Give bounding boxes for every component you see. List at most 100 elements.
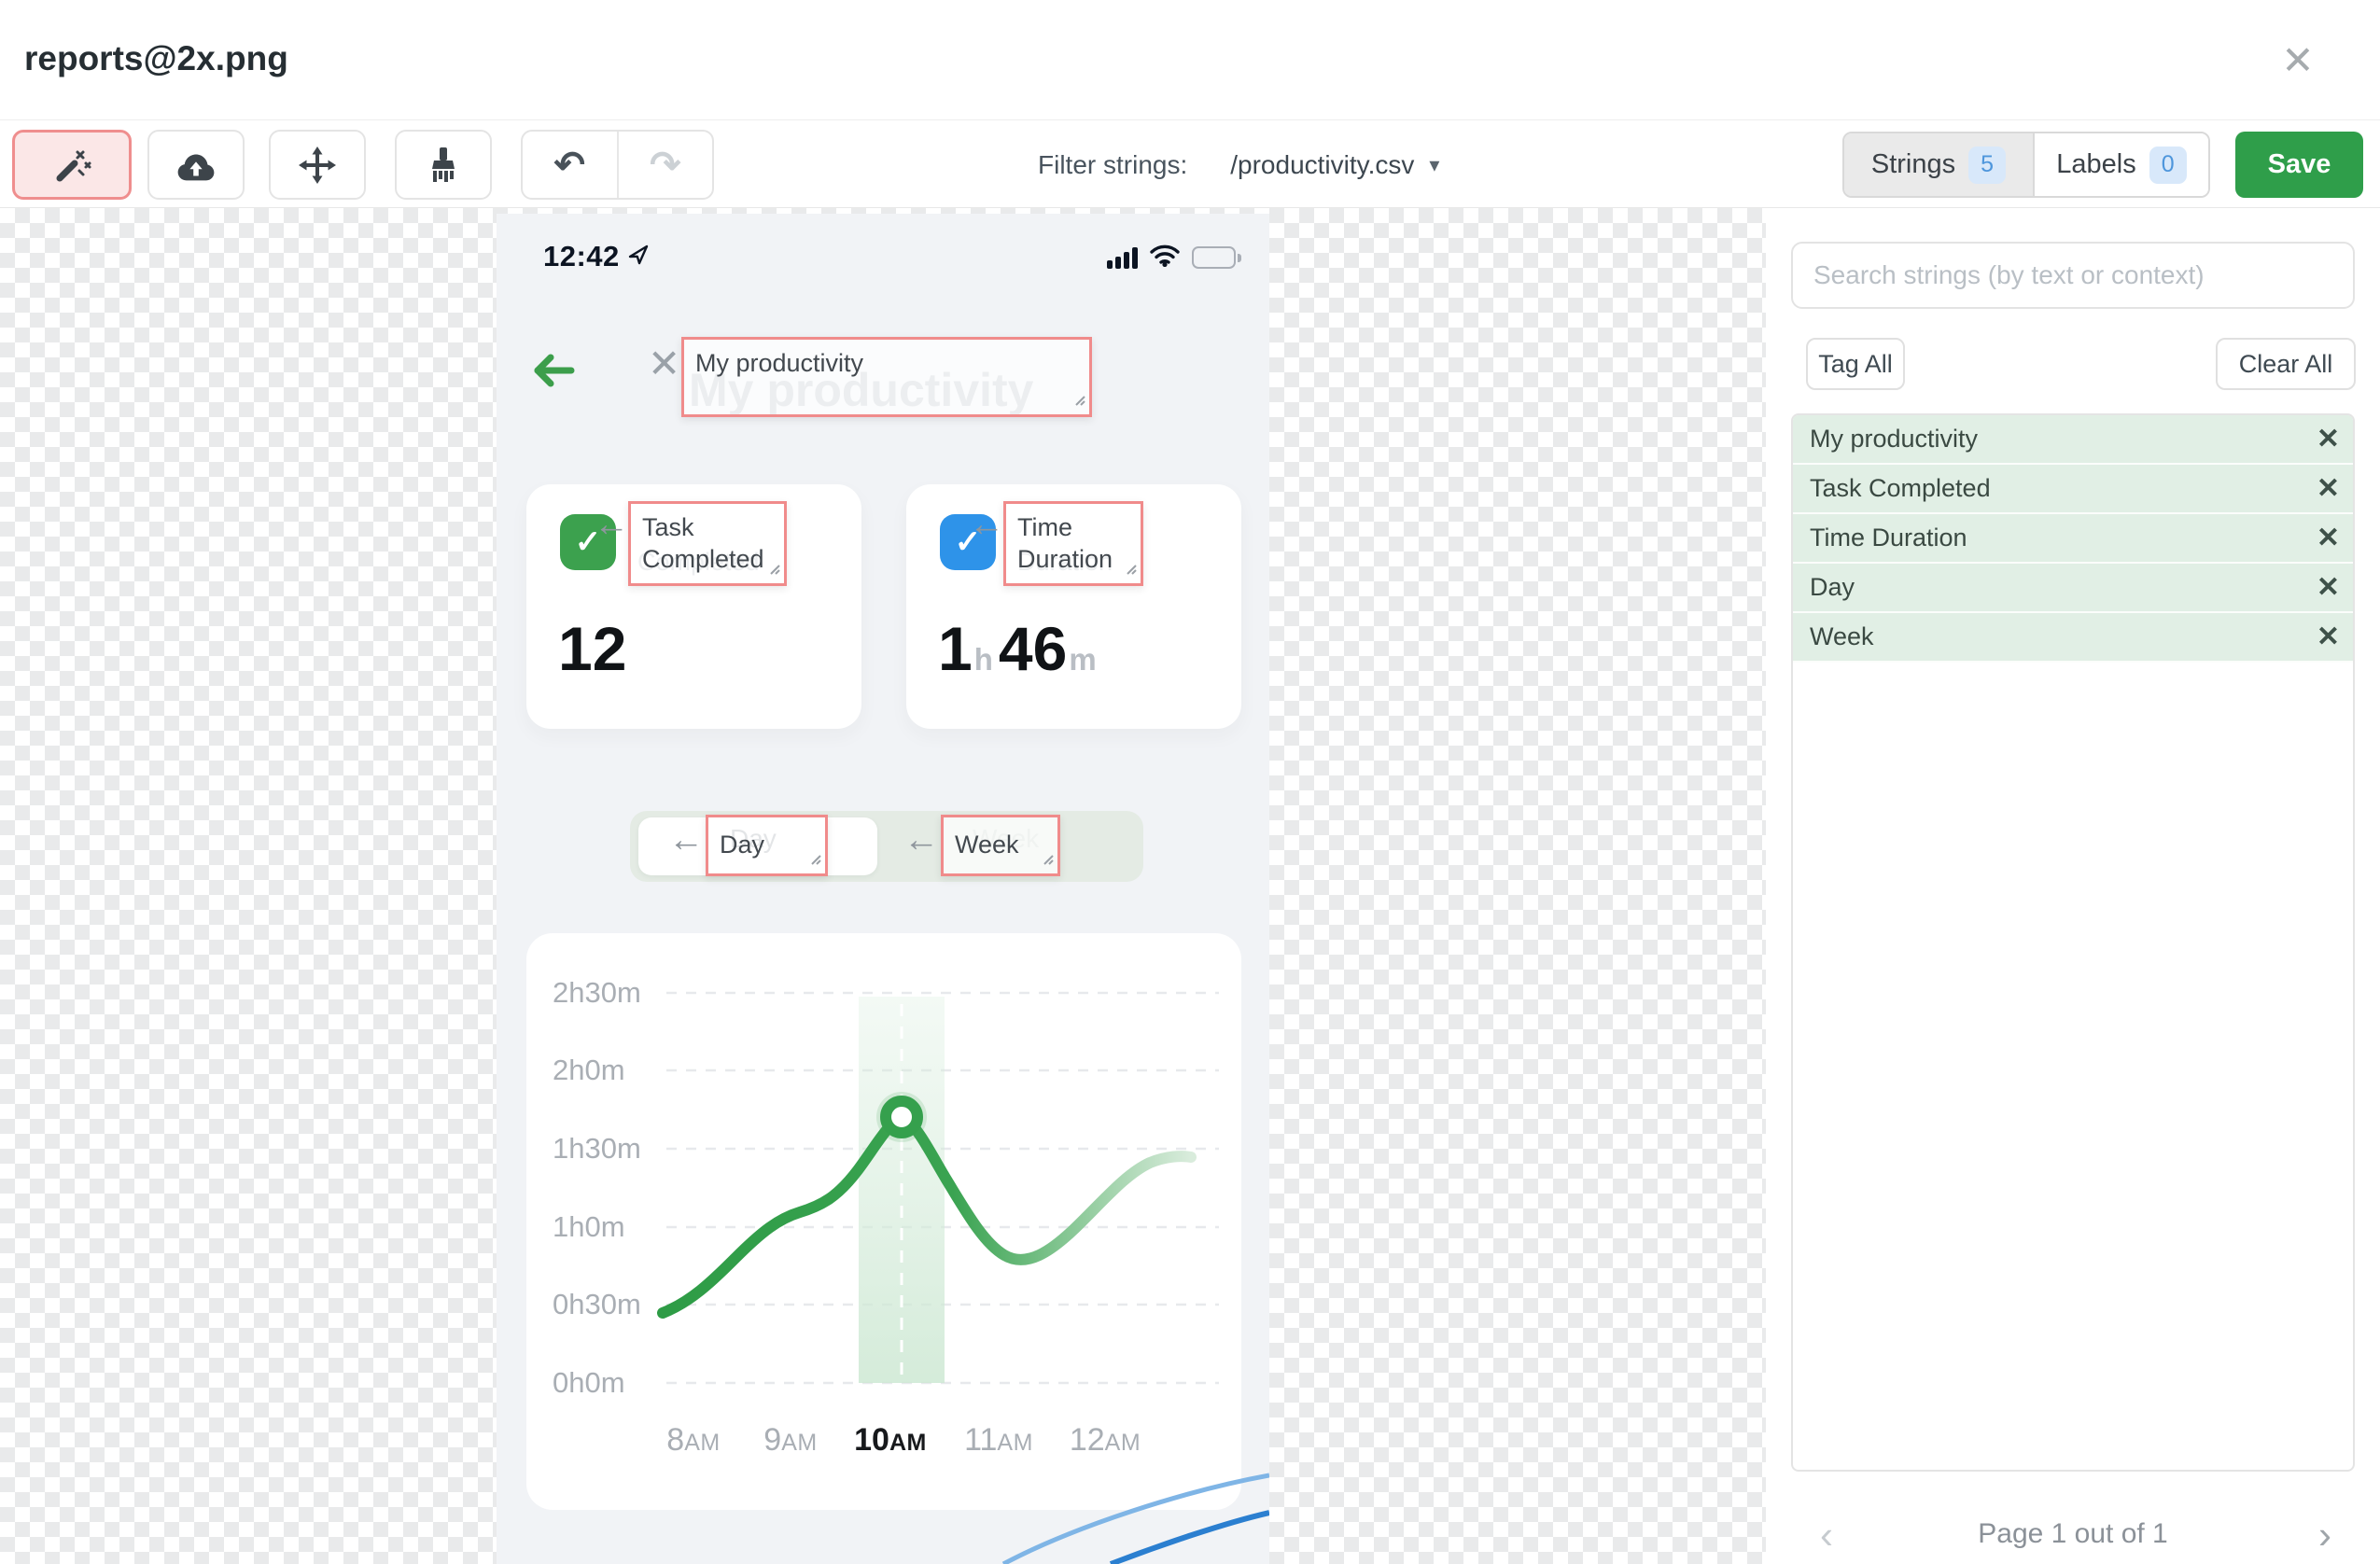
y-tick: 1h30m	[553, 1132, 641, 1165]
search-input[interactable]	[1791, 242, 2355, 309]
x-axis: 8AM 9AM 10AM 11AM 12AM	[526, 1422, 1241, 1463]
tag-time-text: Time Duration	[1017, 513, 1113, 573]
close-icon[interactable]: ✕	[2272, 34, 2324, 86]
y-tick: 2h0m	[553, 1054, 625, 1086]
resize-handle-icon[interactable]	[1040, 851, 1055, 871]
undo-icon: ↶	[553, 144, 585, 186]
string-row[interactable]: Week ✕	[1793, 613, 2353, 663]
string-row[interactable]: Task Completed ✕	[1793, 465, 2353, 514]
x-tick[interactable]: 9AM	[763, 1422, 817, 1459]
y-tick: 2h30m	[553, 976, 641, 1009]
tag-box-title[interactable]: My productivity	[681, 337, 1092, 417]
string-label: Time Duration	[1810, 524, 1967, 552]
y-tick: 0h30m	[553, 1288, 641, 1320]
signal-icon	[1107, 246, 1138, 269]
chevron-right-icon[interactable]: ›	[2318, 1513, 2331, 1557]
string-label: Task Completed	[1810, 474, 1991, 502]
pagination: ‹ Page 1 out of 1 ›	[1766, 1507, 2380, 1563]
bottom-chart-preview	[1001, 1473, 1269, 1564]
filter-file-value: /productivity.csv	[1230, 149, 1415, 179]
tab-strings-label: Strings	[1870, 149, 1956, 179]
tab-labels[interactable]: Labels 0	[2035, 133, 2208, 196]
redo-button[interactable]: ↷	[616, 132, 713, 198]
string-label: Day	[1810, 573, 1855, 601]
magic-wand-icon	[51, 145, 92, 186]
undo-button[interactable]: ↶	[523, 132, 617, 198]
resize-handle-icon[interactable]	[1123, 561, 1138, 580]
tag-box-week[interactable]: Week	[941, 815, 1060, 876]
toolbar: ↶ ↷ Filter strings: /productivity.csv ▾ …	[0, 121, 2380, 208]
remove-string-icon[interactable]: ✕	[2317, 474, 2340, 503]
remove-string-icon[interactable]: ✕	[2317, 622, 2340, 651]
chart-marker	[880, 1096, 923, 1138]
upload-button[interactable]	[147, 130, 245, 200]
anchor-arrow-icon: ←	[969, 505, 1004, 544]
string-label: My productivity	[1810, 425, 1979, 453]
pagination-text: Page 1 out of 1	[1978, 1518, 2168, 1549]
caret-down-icon: ▾	[1429, 152, 1440, 176]
time-hours: 1	[938, 614, 973, 683]
save-button[interactable]: Save	[2235, 132, 2363, 198]
resize-handle-icon[interactable]	[766, 561, 781, 580]
anchor-arrow-icon: ←	[594, 505, 629, 544]
redo-icon: ↷	[649, 144, 681, 186]
tag-week-text: Week	[955, 831, 1019, 859]
strings-list: My productivity ✕ Task Completed ✕ Time …	[1791, 413, 2355, 1472]
task-count-value: 12	[558, 614, 627, 683]
remove-string-icon[interactable]: ✕	[2317, 524, 2340, 552]
x-tick[interactable]: 12AM	[1070, 1422, 1141, 1459]
string-label: Week	[1810, 622, 1874, 650]
move-button[interactable]	[269, 130, 366, 200]
brush-icon	[425, 145, 462, 186]
magic-tag-button[interactable]	[12, 130, 132, 200]
labels-count-badge: 0	[2149, 146, 2187, 184]
editor-canvas[interactable]: 12:42 My productivity ✕ My productivit	[0, 208, 1766, 1564]
cloud-upload-icon	[175, 147, 217, 183]
x-tick[interactable]: 11AM	[964, 1422, 1033, 1459]
header: reports@2x.png ✕	[0, 0, 2380, 120]
tag-title-text: My productivity	[695, 349, 864, 377]
strings-count-badge: 5	[1968, 146, 2007, 184]
tag-close-icon[interactable]: ✕	[648, 341, 680, 386]
tag-all-button[interactable]: Tag All	[1806, 338, 1905, 390]
brush-button[interactable]	[395, 130, 492, 200]
anchor-arrow-icon: ←	[668, 820, 704, 859]
time-minutes: 46	[998, 614, 1068, 683]
tab-labels-label: Labels	[2056, 149, 2136, 179]
filter-label: Filter strings:	[1038, 149, 1188, 179]
move-icon	[298, 146, 337, 185]
wifi-icon	[1149, 244, 1181, 272]
x-tick[interactable]: 8AM	[666, 1422, 720, 1459]
anchor-arrow-icon: ←	[903, 820, 939, 859]
tag-box-time-duration[interactable]: Time Duration	[1003, 501, 1143, 586]
undo-redo-group: ↶ ↷	[521, 130, 714, 200]
back-arrow-icon	[530, 350, 577, 396]
filter-file-dropdown[interactable]: /productivity.csv ▾	[1230, 150, 1439, 180]
string-row[interactable]: Day ✕	[1793, 564, 2353, 613]
x-tick-selected[interactable]: 10AM	[854, 1422, 927, 1459]
location-arrow-icon	[627, 244, 650, 271]
tab-strings[interactable]: Strings 5	[1844, 133, 2035, 196]
remove-string-icon[interactable]: ✕	[2317, 425, 2340, 454]
y-tick: 1h0m	[553, 1210, 625, 1243]
productivity-chart: 2h30m 2h0m 1h30m 1h0m 0h30m 0h0m 8AM 9AM…	[526, 933, 1241, 1510]
tag-box-day[interactable]: Day	[706, 815, 828, 876]
string-row[interactable]: My productivity ✕	[1793, 415, 2353, 465]
tag-box-task-completed[interactable]: Task Completed	[628, 501, 787, 586]
status-time: 12:42	[543, 240, 620, 272]
y-tick: 0h0m	[553, 1366, 625, 1399]
clear-all-button[interactable]: Clear All	[2216, 338, 2356, 390]
strings-sidebar: Tag All Clear All My productivity ✕ Task…	[1766, 208, 2380, 1564]
string-row[interactable]: Time Duration ✕	[1793, 514, 2353, 564]
strings-labels-tabs: Strings 5 Labels 0	[1842, 132, 2210, 198]
minutes-unit: m	[1069, 642, 1097, 677]
filter-strings: Filter strings: /productivity.csv ▾	[1038, 121, 1439, 208]
battery-icon	[1192, 246, 1241, 269]
time-duration-value: 1 h 46 m	[938, 613, 1102, 684]
resize-handle-icon[interactable]	[1071, 392, 1086, 412]
phone-screenshot: 12:42 My productivity ✕ My productivit	[497, 214, 1269, 1564]
app-window: reports@2x.png ✕ ↶ ↷ Filter strings: /pr…	[0, 0, 2380, 1564]
remove-string-icon[interactable]: ✕	[2317, 573, 2340, 602]
resize-handle-icon[interactable]	[807, 851, 822, 871]
status-icons	[1107, 244, 1241, 272]
